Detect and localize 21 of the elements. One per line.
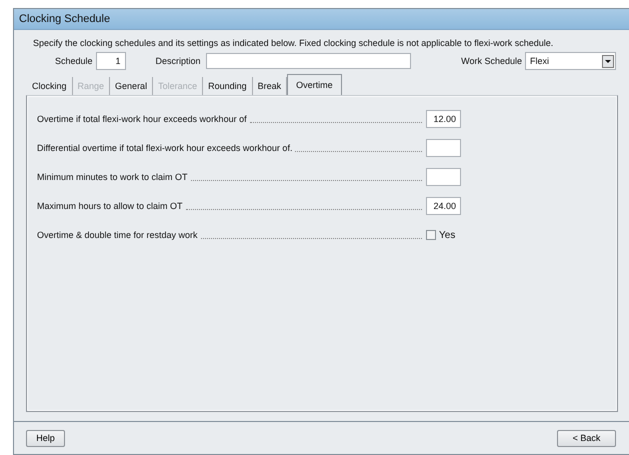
setting-label: Differential overtime if total flexi-work hour exceeds workhour of. [37,143,292,153]
setting-label: Minimum minutes to work to claim OT [37,172,188,182]
setting-field[interactable] [426,139,461,157]
description-label: Description [156,56,201,66]
setting-label: Overtime if total flexi-work hour exceeds workhour of [37,114,247,124]
window-title: Clocking Schedule [14,9,629,30]
work-schedule-label: Work Schedule [461,56,522,66]
schedule-label: Schedule [55,56,93,66]
description-field[interactable] [206,53,411,69]
help-button[interactable]: Help [26,430,65,446]
setting-label: Maximum hours to allow to claim OT [37,201,183,211]
setting-label: Overtime & double time for restday work [37,230,198,240]
schedule-field[interactable]: 1 [96,52,126,70]
tab[interactable]: Overtime [287,74,342,95]
setting-field[interactable]: 24.00 [426,197,461,215]
work-schedule-dropdown[interactable]: Flexi [525,52,616,70]
back-button[interactable]: < Back [557,430,616,446]
setting-field[interactable] [426,168,461,186]
yes-checkbox[interactable]: Yes [426,230,456,240]
setting-field[interactable]: 12.00 [426,110,461,128]
instructions-text: Specify the clocking schedules and its settings as indicated below. Fixed clocking schedule is not applicable to flexi-work schedule. [33,38,554,48]
